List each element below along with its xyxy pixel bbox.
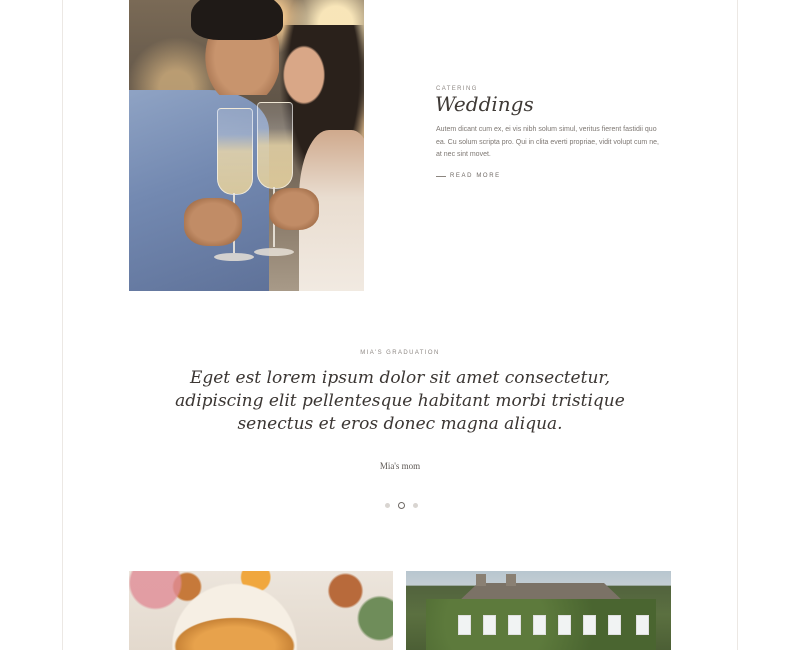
testimonial-author: Mia's mom — [379, 461, 421, 471]
feature-description: Autem dicant cum ex, ei vis nibh solum s… — [436, 126, 659, 158]
slider-dots — [385, 502, 418, 509]
wedding-couple-photo — [129, 0, 364, 291]
read-more-label: READ MORE — [450, 173, 501, 179]
venue-house-photo — [406, 571, 671, 650]
photo-shape — [269, 188, 319, 230]
champagne-glass — [257, 102, 293, 189]
champagne-glass — [217, 108, 253, 195]
photo-shape — [476, 574, 486, 586]
slider-dot-1[interactable] — [385, 503, 390, 508]
testimonial-kicker: MIA'S GRADUATION — [360, 350, 440, 356]
photo-shape — [583, 615, 596, 635]
slider-dot-3[interactable] — [413, 503, 418, 508]
frame-border-left — [62, 0, 63, 650]
photo-shape — [636, 615, 649, 635]
dash-icon — [436, 175, 446, 177]
slider-dot-2[interactable] — [398, 502, 405, 509]
feature-title: Weddings — [435, 92, 534, 116]
photo-shape — [533, 615, 546, 635]
catering-food-photo — [129, 571, 393, 650]
read-more-link[interactable]: READ MORE — [436, 173, 501, 179]
photo-shape — [506, 574, 516, 586]
photo-shape — [191, 0, 283, 40]
photo-shape — [279, 40, 329, 110]
photo-shape — [184, 198, 242, 246]
photo-shape — [558, 615, 571, 635]
photo-shape — [608, 615, 621, 635]
photo-shape — [458, 615, 471, 635]
testimonial-quote: Eget est lorem ipsum dolor sit amet cons… — [175, 368, 625, 434]
photo-shape — [214, 253, 254, 261]
frame-border-right — [737, 0, 738, 650]
photo-shape — [508, 615, 521, 635]
photo-shape — [254, 248, 294, 256]
photo-shape — [483, 615, 496, 635]
